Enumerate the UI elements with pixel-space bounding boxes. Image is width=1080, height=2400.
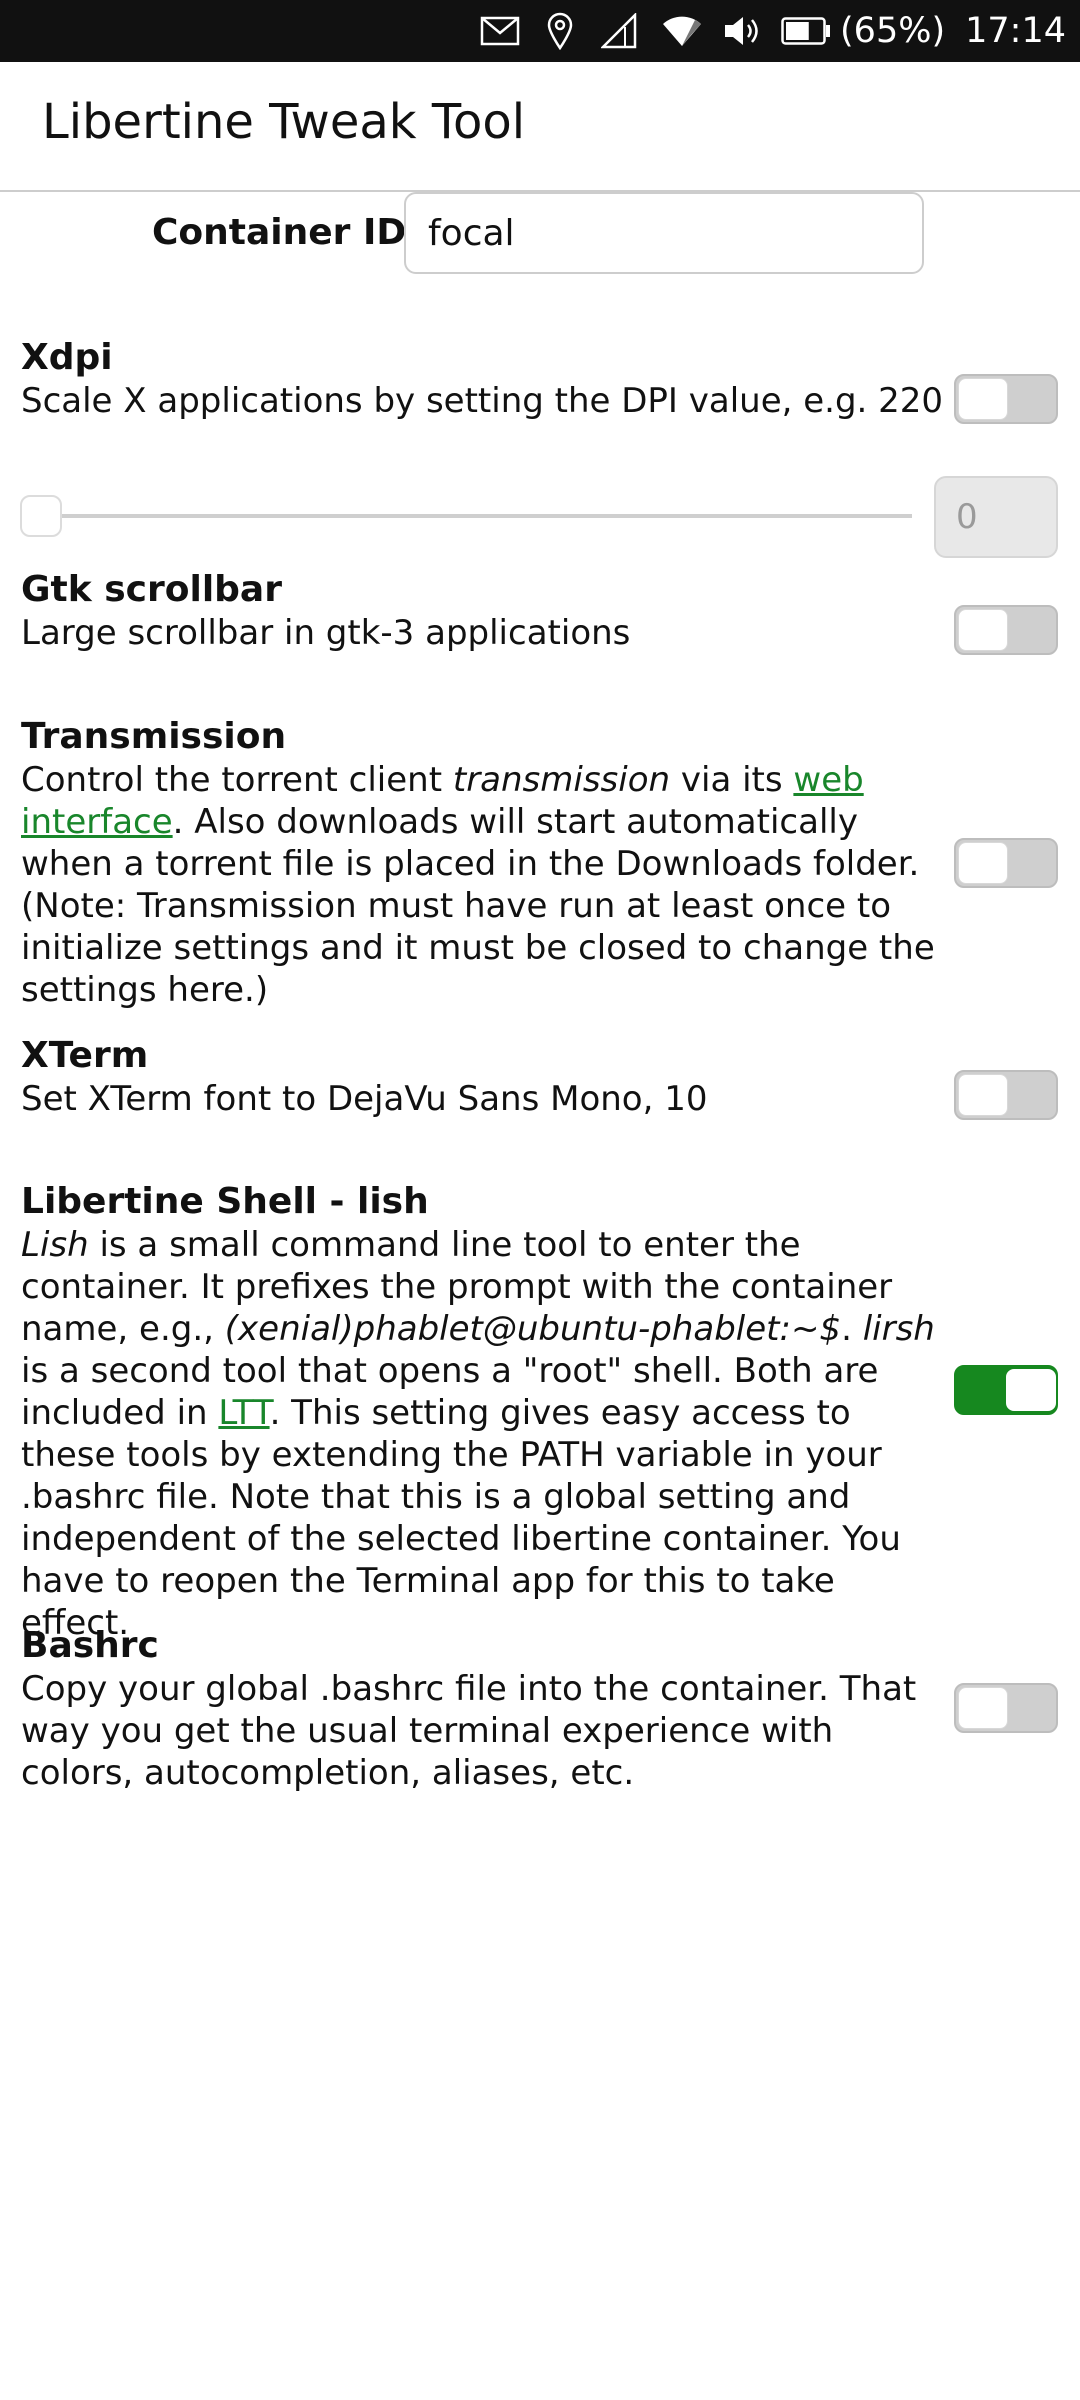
- container-id-input[interactable]: [404, 192, 924, 274]
- xdpi-value-field[interactable]: 0: [934, 476, 1058, 558]
- ltt-link[interactable]: LTT: [218, 1393, 269, 1433]
- toggle-knob: [958, 1687, 1008, 1729]
- xdpi-slider-handle[interactable]: [20, 495, 62, 537]
- battery-icon: [772, 0, 840, 62]
- transmission-description: Control the torrent client transmission …: [21, 759, 951, 1011]
- gtk-scrollbar-description: Large scrollbar in gtk-3 applications: [21, 613, 631, 653]
- bashrc-toggle[interactable]: [954, 1683, 1058, 1733]
- desc-text: via its: [670, 760, 794, 800]
- transmission-toggle[interactable]: [954, 838, 1058, 888]
- signal-icon: [588, 0, 650, 62]
- section-gtk-scrollbar: Gtk scrollbar Large scrollbar in gtk-3 a…: [21, 568, 951, 654]
- bashrc-description: Copy your global .bashrc file into the c…: [21, 1669, 917, 1793]
- status-bar: (65%) 17:14: [0, 0, 1080, 62]
- volume-icon: [714, 0, 772, 62]
- wifi-icon: [650, 0, 714, 62]
- desc-italic: Lish: [21, 1225, 89, 1265]
- toggle-knob: [958, 1074, 1008, 1116]
- desc-italic: (xenial)phablet@ubuntu-phablet:~$: [224, 1309, 842, 1349]
- mail-icon: [468, 0, 532, 62]
- section-xdpi: Xdpi Scale X applications by setting the…: [21, 336, 951, 422]
- gtk-scrollbar-title: Gtk scrollbar: [21, 569, 282, 610]
- section-bashrc: Bashrc Copy your global .bashrc file int…: [21, 1624, 951, 1794]
- section-lish: Libertine Shell - lish Lish is a small c…: [21, 1180, 951, 1644]
- toggle-knob: [958, 378, 1008, 420]
- lish-description: Lish is a small command line tool to ent…: [21, 1224, 951, 1644]
- app-header: Libertine Tweak Tool: [0, 62, 1080, 192]
- section-xterm: XTerm Set XTerm font to DejaVu Sans Mono…: [21, 1034, 951, 1120]
- container-id-label: Container ID:: [152, 212, 421, 253]
- lish-title: Libertine Shell - lish: [21, 1181, 429, 1222]
- location-icon: [532, 0, 588, 62]
- xdpi-description: Scale X applications by setting the DPI …: [21, 381, 944, 421]
- toggle-knob: [958, 609, 1008, 651]
- desc-text: Control the torrent client: [21, 760, 453, 800]
- transmission-title: Transmission: [21, 716, 287, 757]
- xterm-title: XTerm: [21, 1035, 149, 1076]
- status-icons: (65%) 17:14: [468, 0, 1066, 62]
- gtk-scrollbar-toggle[interactable]: [954, 605, 1058, 655]
- bashrc-title: Bashrc: [21, 1625, 159, 1666]
- desc-italic: transmission: [452, 760, 671, 800]
- clock: 17:14: [965, 11, 1066, 51]
- toggle-knob: [958, 842, 1008, 884]
- battery-percent: (65%): [840, 11, 946, 51]
- toggle-knob: [1006, 1369, 1056, 1411]
- desc-italic: lirsh: [862, 1309, 935, 1349]
- xdpi-title: Xdpi: [21, 337, 113, 378]
- xterm-description: Set XTerm font to DejaVu Sans Mono, 10: [21, 1079, 708, 1119]
- xdpi-slider-track[interactable]: [42, 514, 912, 518]
- xterm-toggle[interactable]: [954, 1070, 1058, 1120]
- xdpi-toggle[interactable]: [954, 374, 1058, 424]
- lish-toggle[interactable]: [954, 1365, 1058, 1415]
- section-transmission: Transmission Control the torrent client …: [21, 715, 951, 1011]
- desc-text: .: [841, 1309, 863, 1349]
- page-title: Libertine Tweak Tool: [42, 94, 526, 150]
